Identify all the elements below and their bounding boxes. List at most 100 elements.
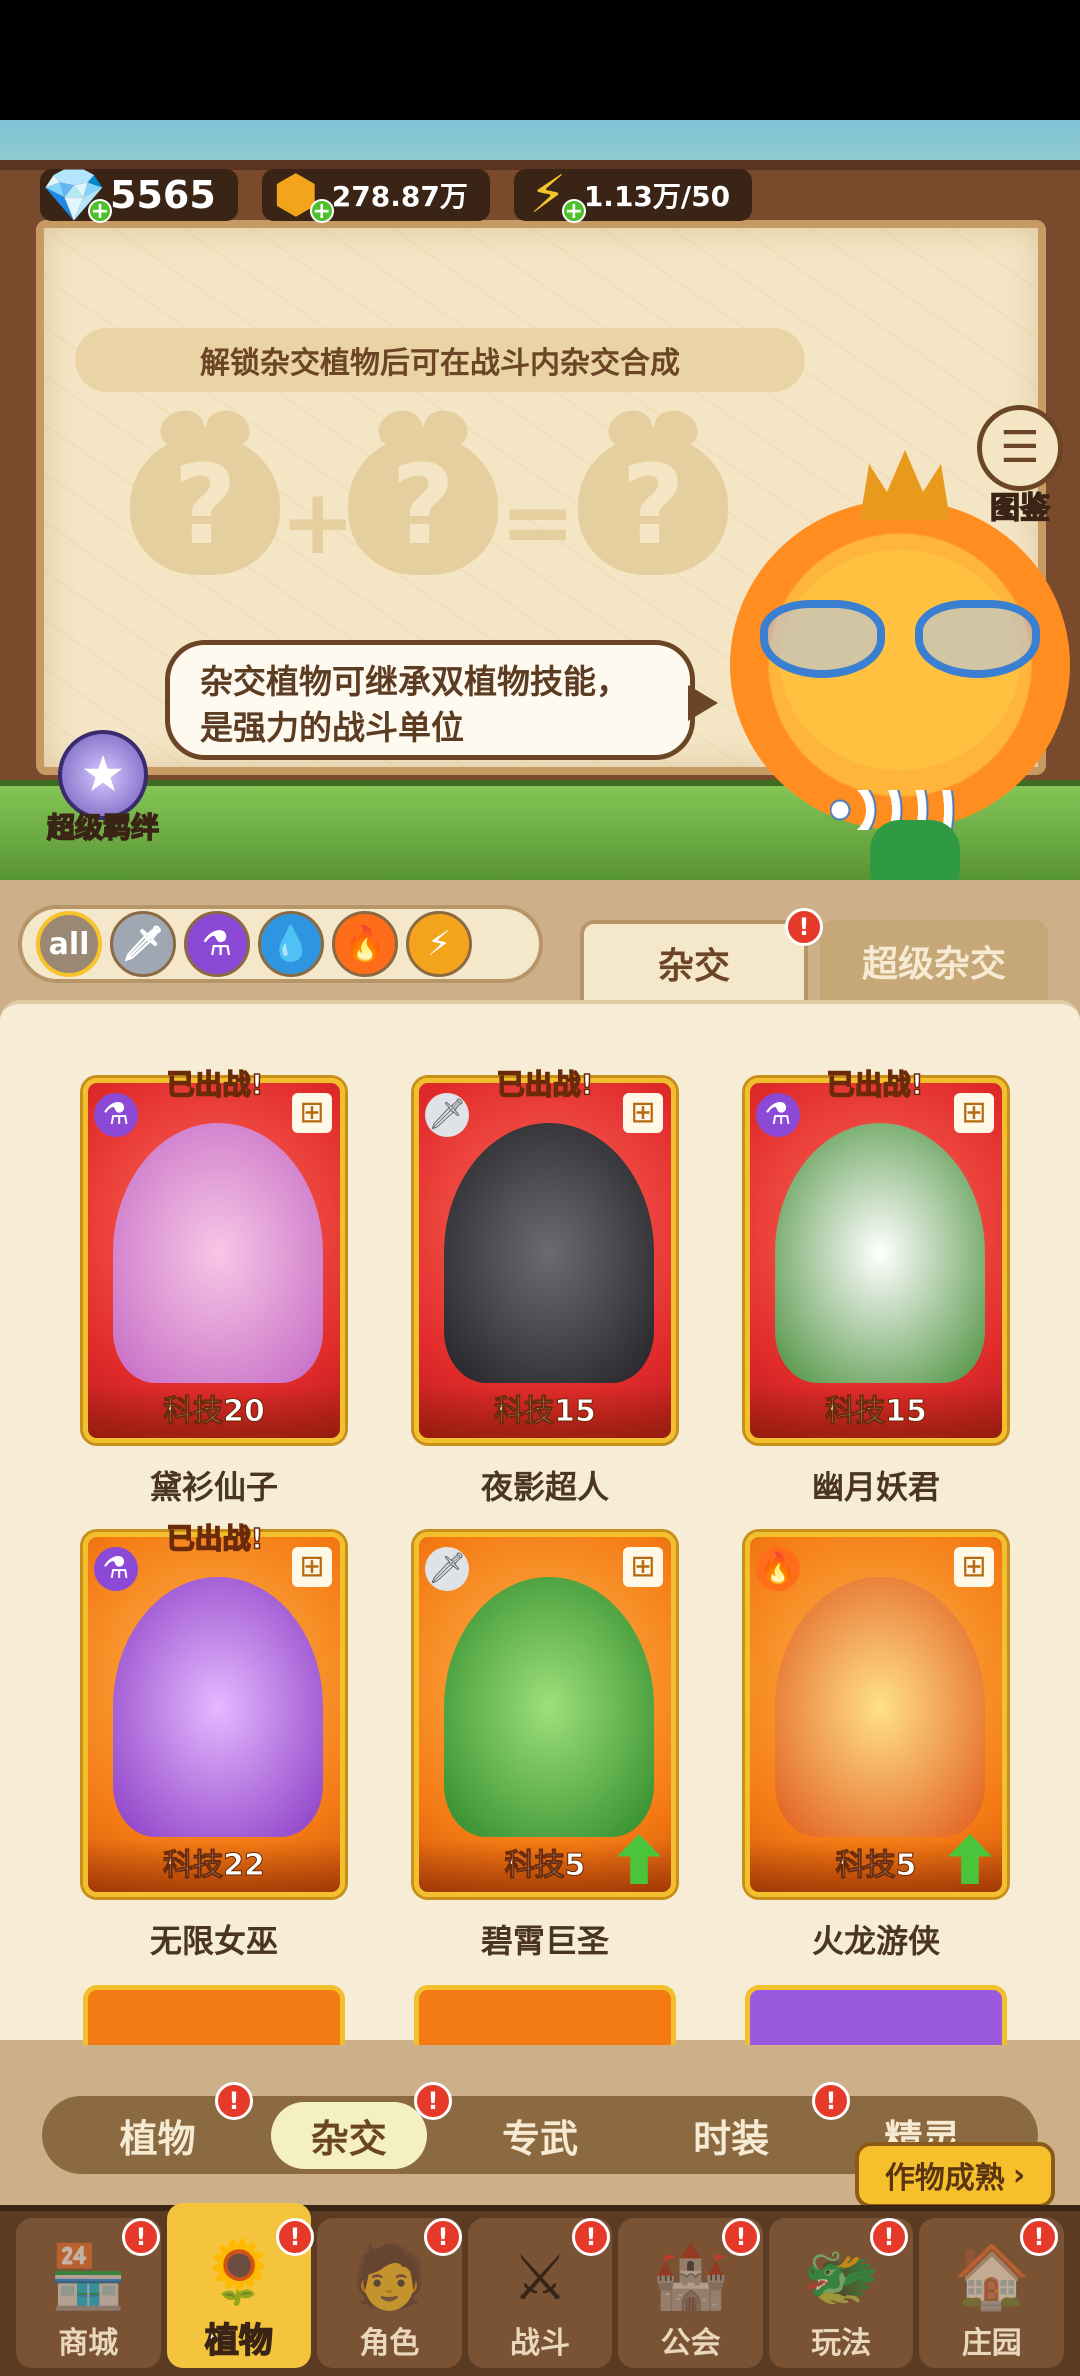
character-icon: 🧑 [350,2240,429,2313]
coin-counter[interactable]: ⬢ + 278.87万 [261,165,490,225]
atlas-icon: ☰ [977,405,1063,491]
potion-icon: ⚗ [756,1093,800,1137]
sword-icon: 🗡 [425,1547,469,1591]
guild-icon: 🏰 [652,2240,730,2313]
nav-label: 玩法 [811,2326,872,2361]
unlock-hint: 解锁杂交植物后可在战斗内杂交合成 [75,328,805,392]
hybrid-scene: 💎 + 5565 ⬢ + 278.87万 ⚡ + 1.13万/50 解锁杂交植物… [0,120,1080,890]
potion-icon: ⚗ [94,1547,138,1591]
plant-portrait [113,1577,323,1837]
sword-icon: 🗡 [425,1093,469,1137]
tech-level: 科技20 [88,1386,340,1438]
plant-name: 无限女巫 [149,1922,278,1960]
tab-super-hybrid[interactable]: 超级杂交 [820,920,1048,1002]
crop-ripe-label: 作物成熟 [884,2161,1005,2196]
shop-icon: 🏪 [49,2240,127,2313]
potion-icon: ⚗ [94,1093,138,1137]
nav-label: 角色 [359,2326,420,2361]
water-drop-icon[interactable]: 💧 [258,911,324,977]
nav-label: 公会 [660,2326,721,2361]
notification-badge: ! [870,2218,908,2256]
plant-card[interactable]: ⚗ ⊞ 科技15 [745,1078,1007,1443]
grid-icon: ⊞ [623,1093,663,1133]
plant-card[interactable]: ⚗ ⊞ 科技22 [83,1532,345,1897]
plant-name: 幽月妖君 [811,1468,940,1506]
grid-icon: ⊞ [954,1547,994,1587]
nav-label: 庄园 [961,2326,1022,2361]
element-filter-bar: all 🗡 ⚗ 💧 🔥 ⚡ [18,905,543,983]
energy-value: 1.13万/50 [583,180,731,213]
nav-label: 商城 [58,2326,119,2361]
speech-bubble: 杂交植物可继承双植物技能，是强力的战斗单位 [165,640,718,760]
plant-portrait [775,1123,985,1383]
grid-icon: ⊞ [292,1093,332,1133]
atlas-label: 图鉴 [989,490,1051,527]
potion-icon[interactable]: ⚗ [184,911,250,977]
deployed-tag: 已出战! [826,1067,924,1102]
manor-icon: 🏠 [953,2240,1031,2313]
grid-icon: ⊞ [954,1093,994,1133]
plant-card[interactable]: 🔥 ⊞ 科技5 [745,1532,1007,1897]
category-hybrid[interactable]: 杂交 [270,2101,427,2169]
notification-badge: ! [812,2082,850,2120]
equals-icon: = [500,470,576,575]
plant-portrait [113,1123,323,1383]
add-coin-icon[interactable]: + [309,199,334,223]
notification-badge: ! [414,2082,452,2120]
notification-badge: ! [424,2218,462,2256]
add-energy-icon[interactable]: + [561,199,586,223]
category-weapons[interactable]: 专武 [462,2102,618,2169]
atlas-button[interactable]: ☰ 图鉴 [965,405,1075,527]
energy-counter[interactable]: ⚡ + 1.13万/50 [513,165,753,225]
nav-label: 植物 [204,2320,274,2362]
super-bond-label: 超级羁绊 [46,810,160,845]
notification-badge: ! [1020,2218,1058,2256]
currency-bar: 💎 + 5565 ⬢ + 278.87万 ⚡ + 1.13万/50 [40,160,753,230]
bottom-nav: 🏪 商城 🌻 植物 🧑 角色 ⚔ 战斗 🏰 公会 🐲 玩法 🏠 庄园 [0,2203,1080,2376]
notification-badge: ! [215,2082,253,2120]
tech-level: 科技22 [88,1840,340,1892]
plant-name: 火龙游侠 [811,1922,940,1960]
grid-icon: ⊞ [292,1547,332,1587]
glasses-icon [760,600,1040,680]
notification-badge: ! [276,2218,314,2256]
plant-card[interactable]: 🗡 ⊞ 科技5 [414,1532,676,1897]
plant-card[interactable] [745,1985,1007,2045]
coin-value: 278.87万 [331,180,468,213]
notification-badge: ! [122,2218,160,2256]
category-plants[interactable]: 植物 [80,2102,236,2169]
plant-portrait [444,1577,654,1837]
nav-label: 战斗 [510,2326,571,2361]
crop-ripe-button[interactable]: 作物成熟 › [855,2142,1055,2208]
plant-card[interactable]: ⚗ ⊞ 科技20 [83,1078,345,1443]
unknown-plant-icon: ? [348,435,498,575]
grid-icon: ⊞ [623,1547,663,1587]
notification-badge: ! [572,2218,610,2256]
gameplay-icon: 🐲 [802,2240,880,2313]
tab-hybrid[interactable]: 杂交 [580,920,808,1002]
fire-icon: 🔥 [756,1547,800,1591]
plant-portrait [444,1123,654,1383]
plant-name: 碧霄巨圣 [480,1922,609,1960]
plant-icon: 🌻 [200,2235,278,2308]
crown-icon [860,450,950,520]
plant-card[interactable]: 🗡 ⊞ 科技15 [414,1078,676,1443]
fire-icon[interactable]: 🔥 [332,911,398,977]
plant-name: 夜影超人 [480,1468,609,1506]
add-gem-icon[interactable]: + [88,199,112,223]
battle-icon: ⚔ [512,2241,568,2314]
super-bond-button[interactable]: ★ 超级羁绊 [28,730,178,846]
lightning-icon[interactable]: ⚡ [406,911,472,977]
plant-card[interactable] [414,1985,676,2045]
plant-card[interactable] [83,1985,345,2045]
gem-counter[interactable]: 💎 + 5565 [40,166,238,226]
notification-badge: ! [722,2218,760,2256]
chevron-right-icon: › [1012,2157,1026,2193]
deployed-tag: 已出战! [166,1521,264,1556]
filter-all-button[interactable]: all [36,911,102,977]
category-costumes[interactable]: 时装 [653,2102,809,2169]
deployed-tag: 已出战! [496,1067,594,1102]
sword-icon[interactable]: 🗡 [110,911,176,977]
plant-portrait [775,1577,985,1837]
notification-badge: ! [785,908,823,946]
